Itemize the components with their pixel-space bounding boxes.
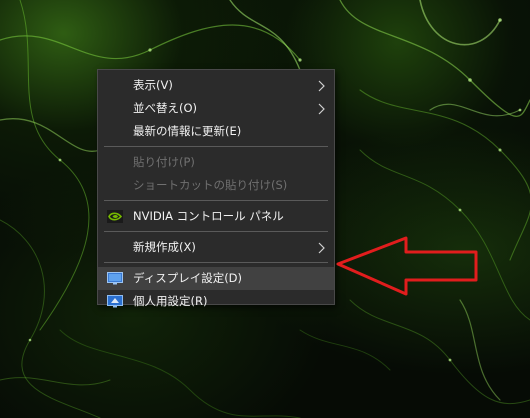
menu-item-sort-by[interactable]: 並べ替え(O): [98, 97, 334, 120]
menu-item-paste-shortcut: ショートカットの貼り付け(S): [98, 174, 334, 197]
menu-item-label: 並べ替え(O): [133, 101, 198, 115]
menu-separator: [104, 231, 328, 232]
desktop[interactable]: 表示(V) 並べ替え(O) 最新の情報に更新(E) 貼り付け(P) ショートカッ…: [0, 0, 530, 418]
menu-item-label: 個人用設定(R): [133, 294, 208, 308]
menu-item-label: ショートカットの貼り付け(S): [133, 178, 288, 192]
nvidia-icon: [107, 210, 123, 223]
chevron-right-icon: [318, 80, 325, 92]
menu-item-view[interactable]: 表示(V): [98, 74, 334, 97]
chevron-right-icon: [318, 103, 325, 115]
menu-separator: [104, 200, 328, 201]
menu-item-label: 最新の情報に更新(E): [133, 124, 242, 138]
menu-item-label: ディスプレイ設定(D): [133, 271, 243, 285]
chevron-right-icon: [318, 242, 325, 254]
menu-item-label: 貼り付け(P): [133, 155, 195, 169]
menu-separator: [104, 262, 328, 263]
menu-item-display-settings[interactable]: ディスプレイ設定(D): [98, 267, 334, 290]
menu-item-label: 表示(V): [133, 78, 173, 92]
red-arrow-annotation: [336, 236, 478, 296]
menu-item-new[interactable]: 新規作成(X): [98, 236, 334, 259]
menu-separator: [104, 146, 328, 147]
desktop-context-menu: 表示(V) 並べ替え(O) 最新の情報に更新(E) 貼り付け(P) ショートカッ…: [97, 69, 335, 308]
menu-item-label: 新規作成(X): [133, 240, 196, 254]
personalize-icon: [107, 295, 123, 308]
menu-item-refresh[interactable]: 最新の情報に更新(E): [98, 120, 334, 143]
menu-item-nvidia-control-panel[interactable]: NVIDIA コントロール パネル: [98, 205, 334, 228]
menu-item-personalize[interactable]: 個人用設定(R): [98, 290, 334, 313]
menu-item-label: NVIDIA コントロール パネル: [133, 209, 284, 223]
display-settings-icon: [107, 272, 123, 285]
menu-item-paste: 貼り付け(P): [98, 151, 334, 174]
